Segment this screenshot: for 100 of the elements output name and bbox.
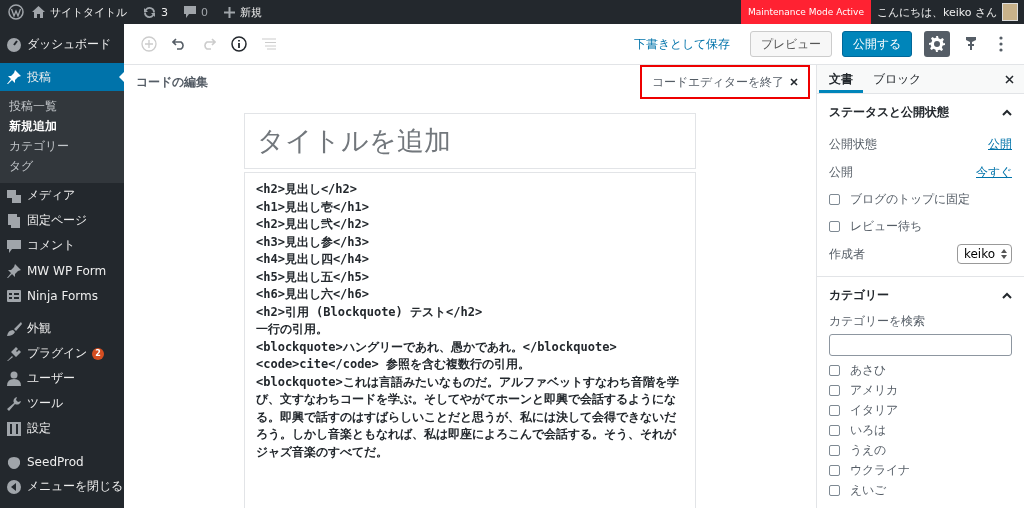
submenu-item[interactable]: 投稿一覧 (0, 96, 124, 116)
code-line: <h2>見出し</h2> (256, 181, 359, 198)
code-line: <h5>見出し五</h5> (256, 268, 371, 286)
count-badge: 2 (92, 347, 104, 360)
category-label: えいご (850, 481, 886, 499)
code-line: <h4>見出し四</h4> (256, 251, 371, 268)
sidebar-menu-item[interactable]: メニューを閉じる (0, 474, 124, 499)
speech-bubble-icon (184, 6, 196, 18)
setting-link[interactable]: 公開 (988, 135, 1012, 153)
preview-button[interactable]: プレビュー (750, 31, 832, 57)
category-label: イタリア (850, 401, 898, 419)
user-icon (6, 370, 22, 387)
pushpin-icon (6, 262, 22, 279)
field-label: 作成者 (829, 245, 865, 263)
section-title[interactable]: カテゴリー (829, 286, 889, 304)
setting-link[interactable]: 今すぐ (976, 163, 1012, 181)
code-line: 一行の引用。 (256, 321, 329, 338)
info-icon[interactable] (231, 36, 247, 52)
checkbox-label: ブログのトップに固定 (850, 191, 970, 208)
pages-icon (6, 212, 22, 229)
code-line: <h6>見出し六</h6> (256, 286, 371, 303)
sidebar-menu-item[interactable]: ツール (0, 391, 124, 416)
checkbox[interactable] (829, 194, 840, 205)
form-icon (6, 287, 22, 304)
sidebar-tab[interactable]: ブロック (863, 68, 931, 93)
paintbrush-icon (6, 320, 22, 337)
save-draft-link[interactable]: 下書きとして保存 (624, 36, 740, 52)
sidebar-menu-item[interactable]: プラグイン 2 (0, 341, 124, 366)
publish-button[interactable]: 公開する (842, 31, 912, 57)
sidebar-menu-item[interactable]: 設定 (0, 416, 124, 441)
checkbox[interactable] (829, 364, 840, 376)
checkbox[interactable] (829, 444, 840, 456)
dashboard-gauge-icon (6, 36, 22, 53)
checkbox[interactable] (829, 484, 840, 496)
settings-button[interactable] (924, 31, 950, 57)
close-panel-button[interactable] (1005, 74, 1014, 84)
category-label: うえの (850, 441, 886, 459)
code-line: <code>cite</code> 参照を含む複数行の引用。 (256, 356, 532, 373)
code-line: <h2>見出し弐</h2> (256, 216, 371, 233)
sidebar-menu-item[interactable]: コメント (0, 233, 124, 258)
sidebar-menu-item[interactable]: 固定ページ (0, 208, 124, 233)
sidebar-menu-item[interactable]: ユーザー (0, 366, 124, 391)
site-title-link[interactable]: サイトタイトル (50, 4, 127, 20)
field-label: カテゴリーを検索 (829, 313, 926, 330)
sidebar-menu-item[interactable]: メディア (0, 183, 124, 208)
author-select[interactable]: keiko (956, 244, 1012, 264)
chevron-up-icon[interactable] (1002, 108, 1012, 116)
code-line: <h1>見出し壱</h1> (256, 198, 371, 216)
speech-bubble-icon (6, 237, 22, 254)
greeting-link[interactable]: こんにちは、keiko さん (877, 4, 997, 20)
sidebar-menu-item[interactable]: 外観 (0, 316, 124, 341)
checkbox[interactable] (829, 464, 840, 476)
plug-icon (6, 345, 22, 362)
comments-count[interactable]: 0 (201, 5, 208, 19)
field-label: 公開 (829, 163, 853, 181)
category-label: いろは (850, 421, 886, 439)
sidebar-menu-item[interactable]: ダッシュボード (0, 32, 124, 57)
sidebar-menu-item[interactable]: Ninja Forms (0, 283, 124, 308)
updates-count[interactable]: 3 (161, 5, 168, 19)
plugin-tool-icon[interactable] (965, 36, 977, 52)
avatar-placeholder (1002, 3, 1018, 21)
category-label: あさひ (850, 361, 886, 379)
wordpress-logo-icon[interactable] (8, 4, 24, 20)
category-label: ウクライナ (850, 461, 910, 479)
submenu-item[interactable]: タグ (0, 156, 124, 176)
title-field[interactable]: タイトルを追加 (244, 113, 696, 169)
sidebar-tab[interactable]: 文書 (819, 68, 863, 93)
close-icon (1005, 74, 1014, 84)
exit-code-editor-button[interactable]: コードエディターを終了 (640, 65, 810, 99)
wrench-icon (6, 395, 22, 412)
checkbox[interactable] (829, 384, 840, 396)
checkbox[interactable] (829, 424, 840, 436)
refresh-icon (143, 5, 156, 19)
submenu-item[interactable]: 新規追加 (0, 116, 124, 136)
updown-caret-icon (1001, 249, 1007, 259)
checkbox[interactable] (829, 404, 840, 416)
checkbox[interactable] (829, 221, 840, 232)
category-search-field[interactable] (829, 334, 1012, 356)
code-editor-field[interactable] (244, 172, 696, 508)
code-line: <h3>見出し参</h3> (256, 233, 371, 251)
close-icon (790, 78, 798, 86)
chevron-up-icon[interactable] (1002, 291, 1012, 299)
code-line: <blockquote>これは言語みたいなものだ。アルファベットすなわち音階を学び、文すなわちコードを学ぶ。そしてやがてホーンと即興で会話するようになる。即興で話すのはすばらしいことだと思うが、私には決して会得できないだろう。しかし音楽ともなれば、私は即座によろこんで会話する。そう、それがジャズ音楽のすべてだ。 (256, 373, 680, 461)
plus-icon (224, 6, 235, 18)
home-icon (32, 6, 45, 18)
sidebar-menu-item[interactable]: 投稿 (0, 63, 124, 91)
category-label: アメリカ (850, 381, 898, 399)
undo-icon[interactable] (172, 38, 186, 50)
mode-label: コードの編集 (136, 73, 208, 91)
field-label: 公開状態 (829, 135, 877, 153)
sidebar-menu-item[interactable]: MW WP Form (0, 258, 124, 283)
section-title[interactable]: ステータスと公開状態 (829, 103, 949, 121)
new-link[interactable]: 新規 (240, 4, 262, 20)
pushpin-icon (6, 69, 22, 85)
maintenance-mode-notice[interactable]: Maintenance Mode Active (740, 0, 871, 24)
settings-icon (929, 36, 945, 52)
more-options-icon[interactable] (999, 36, 1003, 52)
submenu-item[interactable]: カテゴリー (0, 136, 124, 156)
checkbox-label: レビュー待ち (850, 218, 922, 235)
sidebar-menu-item[interactable]: SeedProd (0, 449, 124, 474)
